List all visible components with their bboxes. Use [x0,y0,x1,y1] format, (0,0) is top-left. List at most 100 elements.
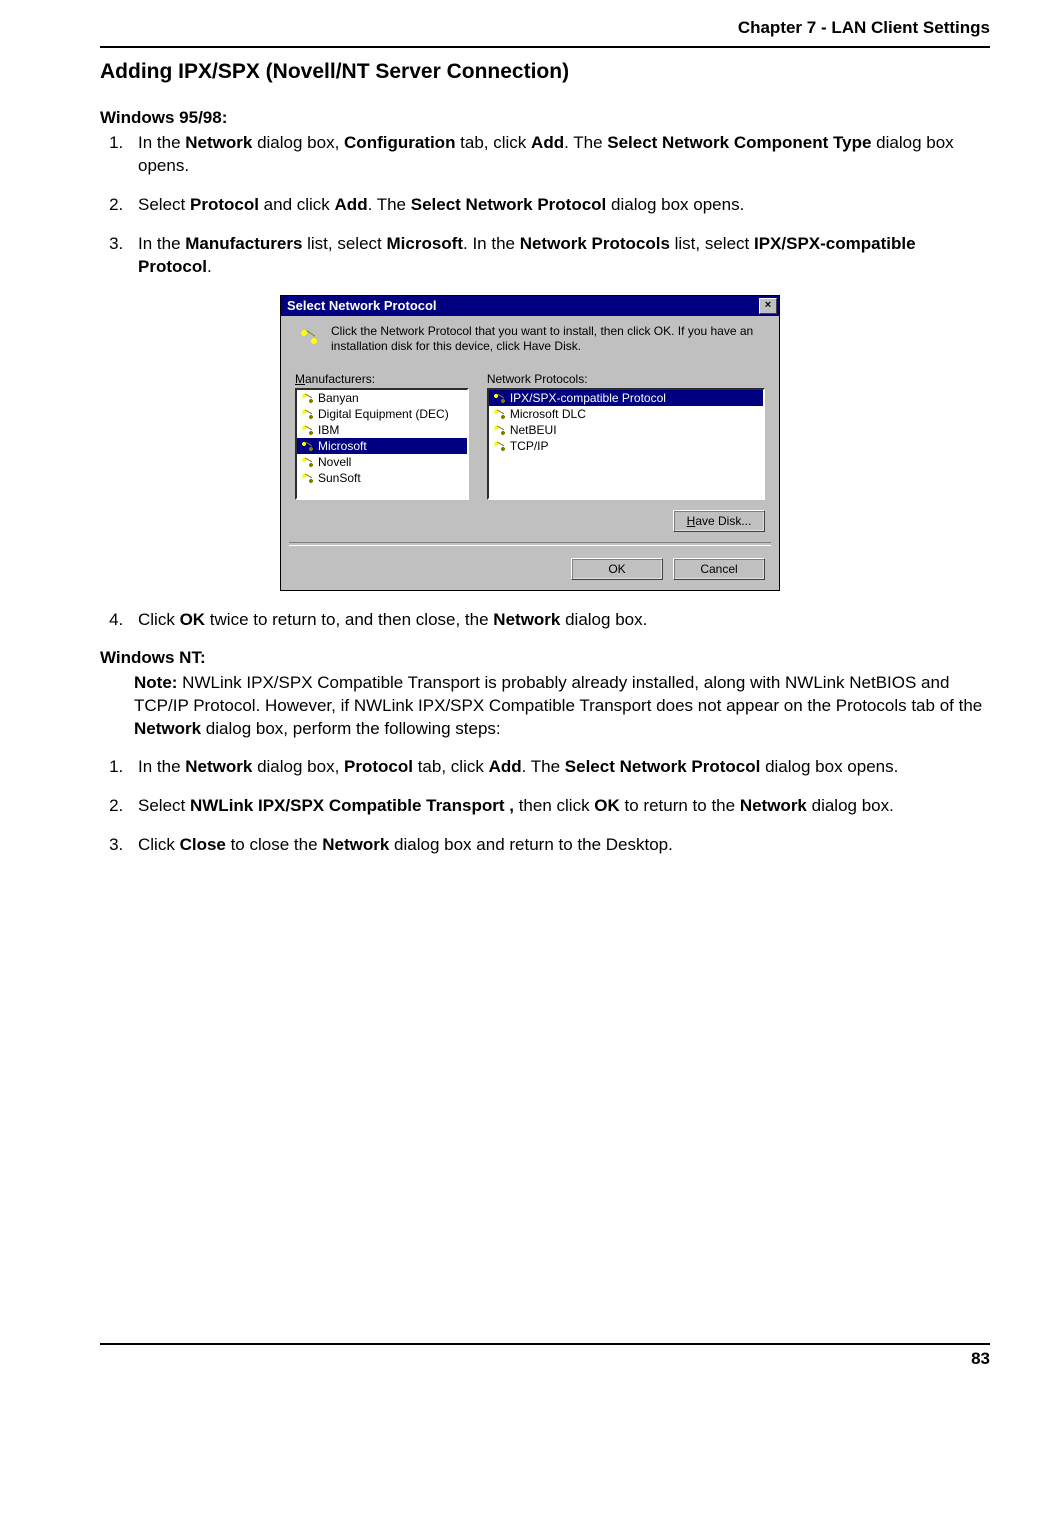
list-item[interactable]: Digital Equipment (DEC) [297,406,467,422]
list-item-label: Microsoft [318,439,367,453]
text: Select [138,796,190,815]
text: dialog box, perform the following steps: [201,719,501,738]
protocol-item-icon [300,440,314,452]
bold: Microsoft [387,234,464,253]
win9598-step4: Click OK twice to return to, and then cl… [128,609,990,632]
bold: OK [594,796,620,815]
text: dialog box, [252,133,344,152]
text: tab, click [455,133,531,152]
bold: Network [185,757,252,776]
list-item[interactable]: Novell [297,454,467,470]
dialog-title: Select Network Protocol [287,298,759,313]
text: and click [259,195,335,214]
bold: Add [335,195,368,214]
bold: Protocol [344,757,413,776]
have-disk-button[interactable]: Have Disk... [673,510,765,532]
manufacturers-listbox[interactable]: Banyan Digital Equipment (DEC)IBMMicrosof… [295,388,469,500]
win9598-steps-cont: Click OK twice to return to, and then cl… [100,609,990,632]
list-item[interactable]: NetBEUI [489,422,763,438]
dialog-screenshot: Select Network Protocol × Click the Netw… [280,295,780,591]
manufacturers-label: Manufacturers: [295,372,469,386]
protocols-listbox[interactable]: IPX/SPX-compatible ProtocolMicrosoft DLC… [487,388,765,500]
text: In the [138,757,185,776]
section-title: Adding IPX/SPX (Novell/NT Server Connect… [100,60,990,84]
protocol-icon [295,324,321,350]
text: dialog box and return to the Desktop. [389,835,673,854]
bold: Network [740,796,807,815]
bold: Network Protocols [520,234,670,253]
winnt-heading: Windows NT: [100,648,990,668]
text: then click [514,796,594,815]
text: dialog box. [807,796,894,815]
bold: Select Network Protocol [411,195,607,214]
winnt-step3: Click Close to close the Network dialog … [128,834,990,857]
text: In the [138,133,185,152]
bold: Configuration [344,133,455,152]
text: to close the [226,835,322,854]
list-item-label: NetBEUI [510,423,557,437]
win9598-step2: Select Protocol and click Add. The Selec… [128,194,990,217]
ok-button[interactable]: OK [571,558,663,580]
list-item[interactable]: Microsoft [297,438,467,454]
bold: Close [180,835,226,854]
text: Click [138,610,180,629]
bold: Network [185,133,252,152]
list-item-label: Banyan [318,391,359,405]
text: . The [368,195,411,214]
text: dialog box. [560,610,647,629]
bold: Select Network Protocol [565,757,761,776]
protocol-item-icon [300,408,314,420]
text: . [207,257,212,276]
list-item[interactable]: TCP/IP [489,438,763,454]
list-item[interactable]: Microsoft DLC [489,406,763,422]
list-item[interactable]: SunSoft [297,470,467,486]
protocol-item-icon [492,392,506,404]
text: list, select [302,234,386,253]
bold: Manufacturers [185,234,302,253]
list-item-label: Digital Equipment (DEC) [318,407,449,421]
bold: Add [531,133,564,152]
winnt-step1: In the Network dialog box, Protocol tab,… [128,756,990,779]
chapter-header: Chapter 7 - LAN Client Settings [100,0,990,46]
list-item[interactable]: IBM [297,422,467,438]
list-item-label: IPX/SPX-compatible Protocol [510,391,666,405]
text: In the [138,234,185,253]
select-network-protocol-dialog: Select Network Protocol × Click the Netw… [280,295,780,591]
win9598-step1: In the Network dialog box, Configuration… [128,132,990,178]
close-icon[interactable]: × [759,298,777,314]
protocol-item-icon [300,392,314,404]
list-item[interactable]: Banyan [297,390,467,406]
protocol-item-icon [300,424,314,436]
protocol-item-icon [492,408,506,420]
text: twice to return to, and then close, the [205,610,493,629]
page-footer: 83 [100,1343,990,1369]
text: dialog box, [252,757,344,776]
protocol-item-icon [300,456,314,468]
winnt-steps: In the Network dialog box, Protocol tab,… [100,756,990,857]
text: . The [564,133,607,152]
text: Click [138,835,180,854]
dialog-intro-text: Click the Network Protocol that you want… [331,324,765,354]
bold: Add [489,757,522,776]
win9598-step3: In the Manufacturers list, select Micros… [128,233,990,279]
list-item[interactable]: IPX/SPX-compatible Protocol [489,390,763,406]
text: Select [138,195,190,214]
bold: Network [134,719,201,738]
text: list, select [670,234,754,253]
protocol-item-icon [300,472,314,484]
protocol-item-icon [492,440,506,452]
list-item-label: Novell [318,455,351,469]
page-number: 83 [971,1349,990,1368]
bold: Network [493,610,560,629]
dialog-separator [289,542,771,546]
text: . In the [463,234,520,253]
cancel-button[interactable]: Cancel [673,558,765,580]
bold: Network [322,835,389,854]
protocol-item-icon [492,424,506,436]
text: . The [522,757,565,776]
dialog-titlebar: Select Network Protocol × [281,296,779,316]
header-rule [100,46,990,48]
text: tab, click [413,757,489,776]
bold: OK [180,610,206,629]
list-item-label: SunSoft [318,471,361,485]
